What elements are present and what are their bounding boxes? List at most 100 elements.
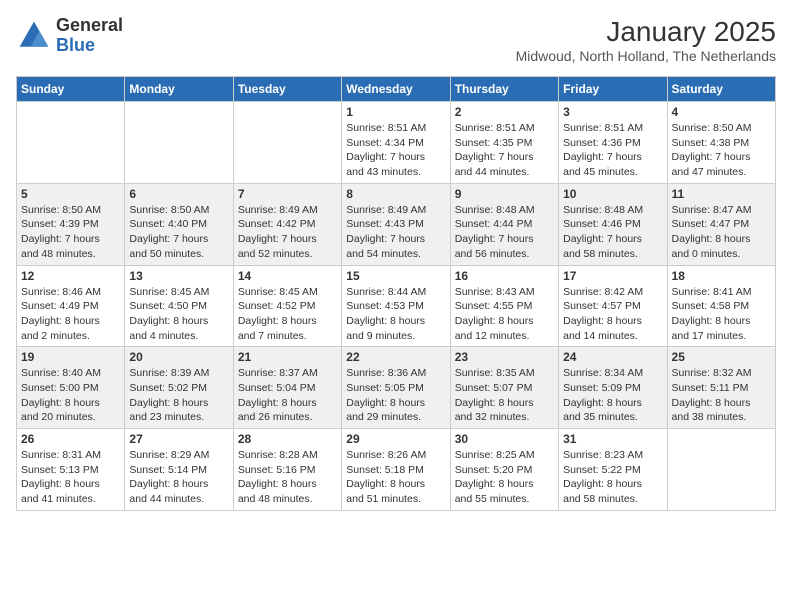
day-number: 30 xyxy=(455,432,554,446)
weekday-header: Saturday xyxy=(667,77,775,102)
day-number: 16 xyxy=(455,269,554,283)
day-info: Sunrise: 8:31 AMSunset: 5:13 PMDaylight:… xyxy=(21,448,120,507)
title-block: January 2025 Midwoud, North Holland, The… xyxy=(516,16,776,64)
calendar-cell: 19 Sunrise: 8:40 AMSunset: 5:00 PMDayligh… xyxy=(17,347,125,429)
weekday-header: Thursday xyxy=(450,77,558,102)
calendar-cell: 17Sunrise: 8:42 AMSunset: 4:57 PMDayligh… xyxy=(559,265,667,347)
day-info: Sunrise: 8:49 AMSunset: 4:42 PMDaylight:… xyxy=(238,203,337,262)
day-number: 15 xyxy=(346,269,445,283)
day-number: 12 xyxy=(21,269,120,283)
page-header: General Blue January 2025 Midwoud, North… xyxy=(16,16,776,64)
day-info: Sunrise: 8:50 AMSunset: 4:38 PMDaylight:… xyxy=(672,121,771,180)
calendar-cell: 14Sunrise: 8:45 AMSunset: 4:52 PMDayligh… xyxy=(233,265,341,347)
day-number: 26 xyxy=(21,432,120,446)
day-number: 8 xyxy=(346,187,445,201)
day-info: Sunrise: 8:50 AMSunset: 4:39 PMDaylight:… xyxy=(21,203,120,262)
day-info: Sunrise: 8:32 AMSunset: 5:11 PMDaylight:… xyxy=(672,366,771,425)
day-info: Sunrise: 8:43 AMSunset: 4:55 PMDaylight:… xyxy=(455,285,554,344)
weekday-header-row: SundayMondayTuesdayWednesdayThursdayFrid… xyxy=(17,77,776,102)
day-number: 29 xyxy=(346,432,445,446)
day-number: 3 xyxy=(563,105,662,119)
day-info: Sunrise: 8:45 AMSunset: 4:52 PMDaylight:… xyxy=(238,285,337,344)
day-number: 18 xyxy=(672,269,771,283)
calendar-cell: 28 Sunrise: 8:28 AMSunset: 5:16 PMDayligh… xyxy=(233,429,341,511)
calendar-cell: 29 Sunrise: 8:26 AMSunset: 5:18 PMDayligh… xyxy=(342,429,450,511)
day-info: Sunrise: 8:47 AMSunset: 4:47 PMDaylight:… xyxy=(672,203,771,262)
calendar-cell: 1Sunrise: 8:51 AMSunset: 4:34 PMDaylight… xyxy=(342,102,450,184)
day-info: Sunrise: 8:44 AMSunset: 4:53 PMDaylight:… xyxy=(346,285,445,344)
month-title: January 2025 xyxy=(516,16,776,48)
day-number: 9 xyxy=(455,187,554,201)
calendar-cell: 8Sunrise: 8:49 AMSunset: 4:43 PMDaylight… xyxy=(342,183,450,265)
day-info: Sunrise: 8:26 AMSunset: 5:18 PMDaylight:… xyxy=(346,448,445,507)
day-info: Sunrise: 8:41 AMSunset: 4:58 PMDaylight:… xyxy=(672,285,771,344)
calendar-week-row: 1Sunrise: 8:51 AMSunset: 4:34 PMDaylight… xyxy=(17,102,776,184)
calendar-week-row: 26 Sunrise: 8:31 AMSunset: 5:13 PMDayligh… xyxy=(17,429,776,511)
calendar-cell xyxy=(233,102,341,184)
calendar-cell: 18 Sunrise: 8:41 AMSunset: 4:58 PMDayligh… xyxy=(667,265,775,347)
day-number: 21 xyxy=(238,350,337,364)
calendar-cell: 5 Sunrise: 8:50 AMSunset: 4:39 PMDaylight… xyxy=(17,183,125,265)
calendar-table: SundayMondayTuesdayWednesdayThursdayFrid… xyxy=(16,76,776,511)
calendar-cell: 24 Sunrise: 8:34 AMSunset: 5:09 PMDayligh… xyxy=(559,347,667,429)
day-number: 24 xyxy=(563,350,662,364)
day-number: 11 xyxy=(672,187,771,201)
weekday-header: Sunday xyxy=(17,77,125,102)
calendar-cell: 6Sunrise: 8:50 AMSunset: 4:40 PMDaylight… xyxy=(125,183,233,265)
day-number: 10 xyxy=(563,187,662,201)
location-title: Midwoud, North Holland, The Netherlands xyxy=(516,48,776,64)
logo-blue: Blue xyxy=(56,36,123,56)
calendar-cell xyxy=(667,429,775,511)
logo-icon xyxy=(16,18,52,54)
day-info: Sunrise: 8:51 AMSunset: 4:36 PMDaylight:… xyxy=(563,121,662,180)
calendar-cell: 9 Sunrise: 8:48 AMSunset: 4:44 PMDaylight… xyxy=(450,183,558,265)
calendar-cell: 4 Sunrise: 8:50 AMSunset: 4:38 PMDaylight… xyxy=(667,102,775,184)
day-info: Sunrise: 8:35 AMSunset: 5:07 PMDaylight:… xyxy=(455,366,554,425)
day-info: Sunrise: 8:34 AMSunset: 5:09 PMDaylight:… xyxy=(563,366,662,425)
logo-text: General Blue xyxy=(56,16,123,56)
calendar-cell: 23 Sunrise: 8:35 AMSunset: 5:07 PMDayligh… xyxy=(450,347,558,429)
calendar-cell xyxy=(17,102,125,184)
calendar-cell: 27Sunrise: 8:29 AMSunset: 5:14 PMDayligh… xyxy=(125,429,233,511)
calendar-cell: 30 Sunrise: 8:25 AMSunset: 5:20 PMDayligh… xyxy=(450,429,558,511)
day-number: 17 xyxy=(563,269,662,283)
day-info: Sunrise: 8:48 AMSunset: 4:46 PMDaylight:… xyxy=(563,203,662,262)
day-number: 1 xyxy=(346,105,445,119)
day-info: Sunrise: 8:45 AMSunset: 4:50 PMDaylight:… xyxy=(129,285,228,344)
calendar-cell: 16 Sunrise: 8:43 AMSunset: 4:55 PMDayligh… xyxy=(450,265,558,347)
logo: General Blue xyxy=(16,16,123,56)
day-info: Sunrise: 8:48 AMSunset: 4:44 PMDaylight:… xyxy=(455,203,554,262)
calendar-cell: 10 Sunrise: 8:48 AMSunset: 4:46 PMDayligh… xyxy=(559,183,667,265)
day-info: Sunrise: 8:37 AMSunset: 5:04 PMDaylight:… xyxy=(238,366,337,425)
day-info: Sunrise: 8:28 AMSunset: 5:16 PMDaylight:… xyxy=(238,448,337,507)
calendar-cell: 13 Sunrise: 8:45 AMSunset: 4:50 PMDayligh… xyxy=(125,265,233,347)
day-info: Sunrise: 8:25 AMSunset: 5:20 PMDaylight:… xyxy=(455,448,554,507)
day-info: Sunrise: 8:40 AMSunset: 5:00 PMDaylight:… xyxy=(21,366,120,425)
day-number: 31 xyxy=(563,432,662,446)
calendar-cell xyxy=(125,102,233,184)
day-info: Sunrise: 8:50 AMSunset: 4:40 PMDaylight:… xyxy=(129,203,228,262)
calendar-week-row: 19 Sunrise: 8:40 AMSunset: 5:00 PMDayligh… xyxy=(17,347,776,429)
calendar-cell: 3 Sunrise: 8:51 AMSunset: 4:36 PMDaylight… xyxy=(559,102,667,184)
calendar-cell: 2Sunrise: 8:51 AMSunset: 4:35 PMDaylight… xyxy=(450,102,558,184)
weekday-header: Wednesday xyxy=(342,77,450,102)
calendar-cell: 31 Sunrise: 8:23 AMSunset: 5:22 PMDayligh… xyxy=(559,429,667,511)
day-number: 28 xyxy=(238,432,337,446)
day-info: Sunrise: 8:29 AMSunset: 5:14 PMDaylight:… xyxy=(129,448,228,507)
weekday-header: Friday xyxy=(559,77,667,102)
calendar-cell: 20Sunrise: 8:39 AMSunset: 5:02 PMDayligh… xyxy=(125,347,233,429)
calendar-cell: 21 Sunrise: 8:37 AMSunset: 5:04 PMDayligh… xyxy=(233,347,341,429)
day-number: 13 xyxy=(129,269,228,283)
day-number: 4 xyxy=(672,105,771,119)
calendar-cell: 7Sunrise: 8:49 AMSunset: 4:42 PMDaylight… xyxy=(233,183,341,265)
day-number: 22 xyxy=(346,350,445,364)
day-info: Sunrise: 8:39 AMSunset: 5:02 PMDaylight:… xyxy=(129,366,228,425)
weekday-header: Monday xyxy=(125,77,233,102)
day-info: Sunrise: 8:23 AMSunset: 5:22 PMDaylight:… xyxy=(563,448,662,507)
calendar-week-row: 5 Sunrise: 8:50 AMSunset: 4:39 PMDaylight… xyxy=(17,183,776,265)
day-number: 23 xyxy=(455,350,554,364)
calendar-cell: 11 Sunrise: 8:47 AMSunset: 4:47 PMDayligh… xyxy=(667,183,775,265)
calendar-cell: 15 Sunrise: 8:44 AMSunset: 4:53 PMDayligh… xyxy=(342,265,450,347)
day-number: 19 xyxy=(21,350,120,364)
day-number: 5 xyxy=(21,187,120,201)
